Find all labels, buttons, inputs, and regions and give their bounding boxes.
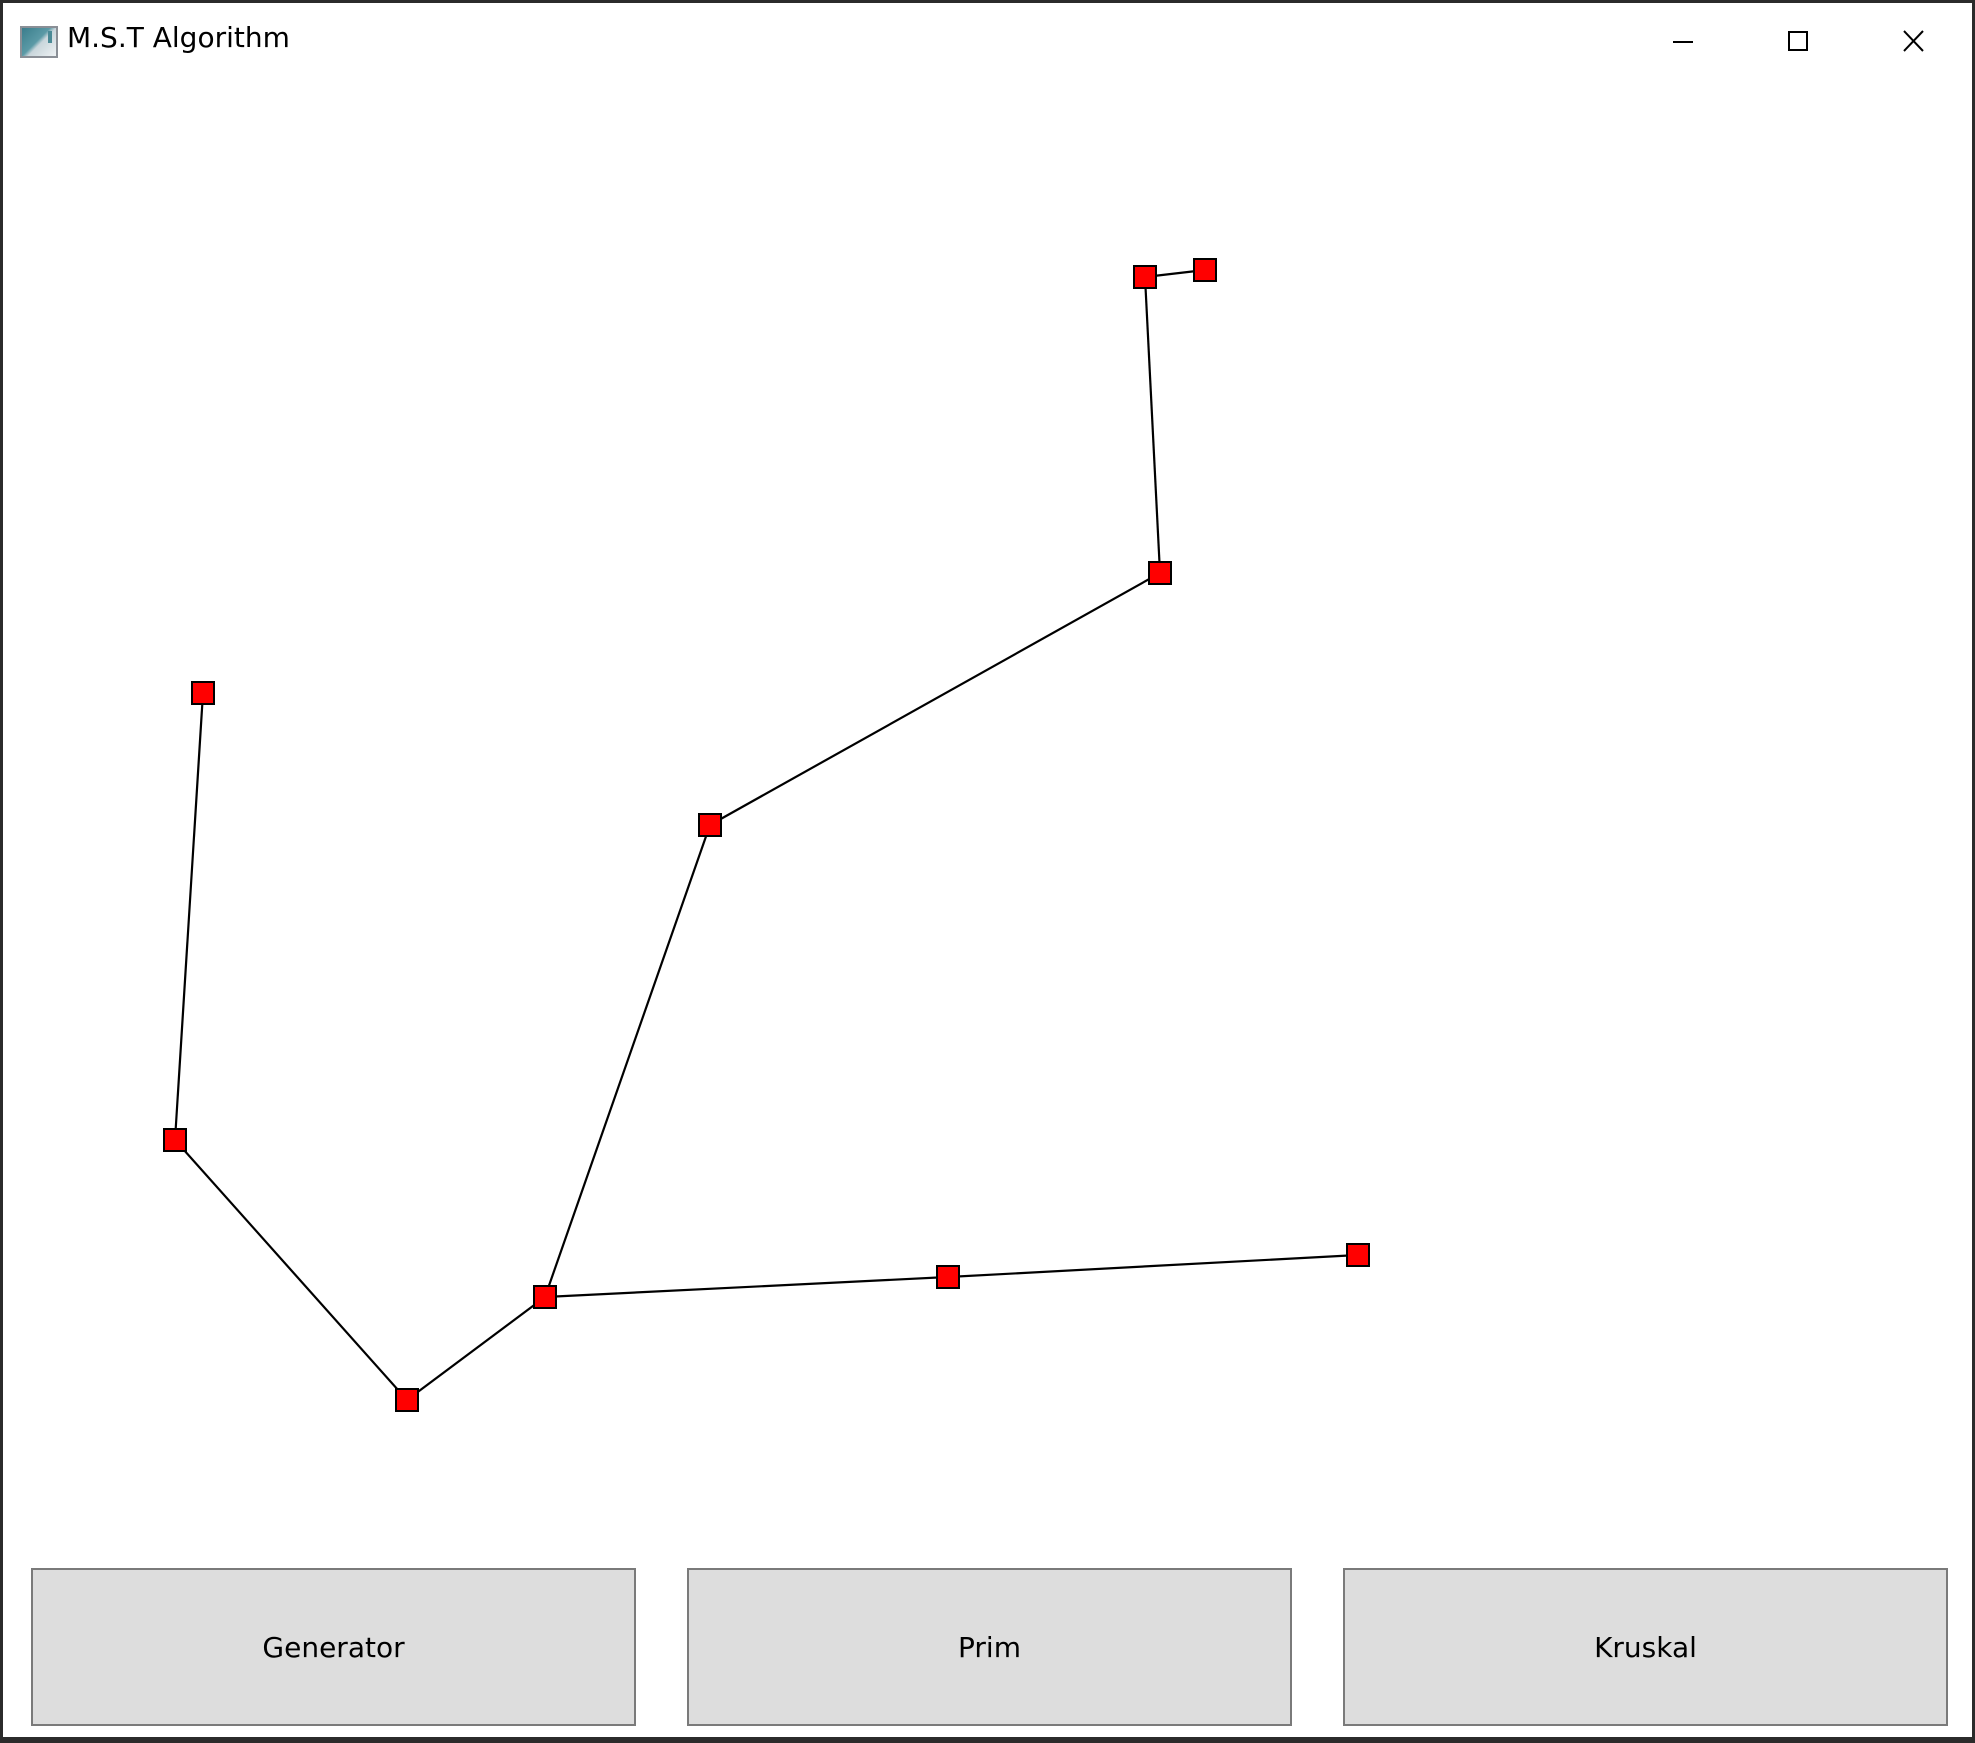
graph-node [1193,258,1217,282]
graph-node [395,1388,419,1412]
app-window: M.S.T Algorithm Generator Prim Kruskal [0,0,1975,1743]
graph-node [533,1285,557,1309]
graph-node [1133,265,1157,289]
prim-button[interactable]: Prim [687,1568,1292,1726]
graph-node [1148,561,1172,585]
graph-node [163,1128,187,1152]
graph-edge [544,1275,949,1299]
graph-canvas[interactable] [3,3,1972,1553]
graph-node [936,1265,960,1289]
graph-edge [1143,276,1162,574]
graph-edge [406,1296,546,1401]
graph-node [698,813,722,837]
graph-edge [709,572,1161,826]
graph-node [1346,1243,1370,1267]
graph-edge [173,692,205,1141]
graph-edge [543,824,712,1298]
graph-edge [947,1253,1359,1279]
generator-button[interactable]: Generator [31,1568,636,1726]
graph-edge [174,1139,408,1401]
graph-node [191,681,215,705]
kruskal-button[interactable]: Kruskal [1343,1568,1948,1726]
